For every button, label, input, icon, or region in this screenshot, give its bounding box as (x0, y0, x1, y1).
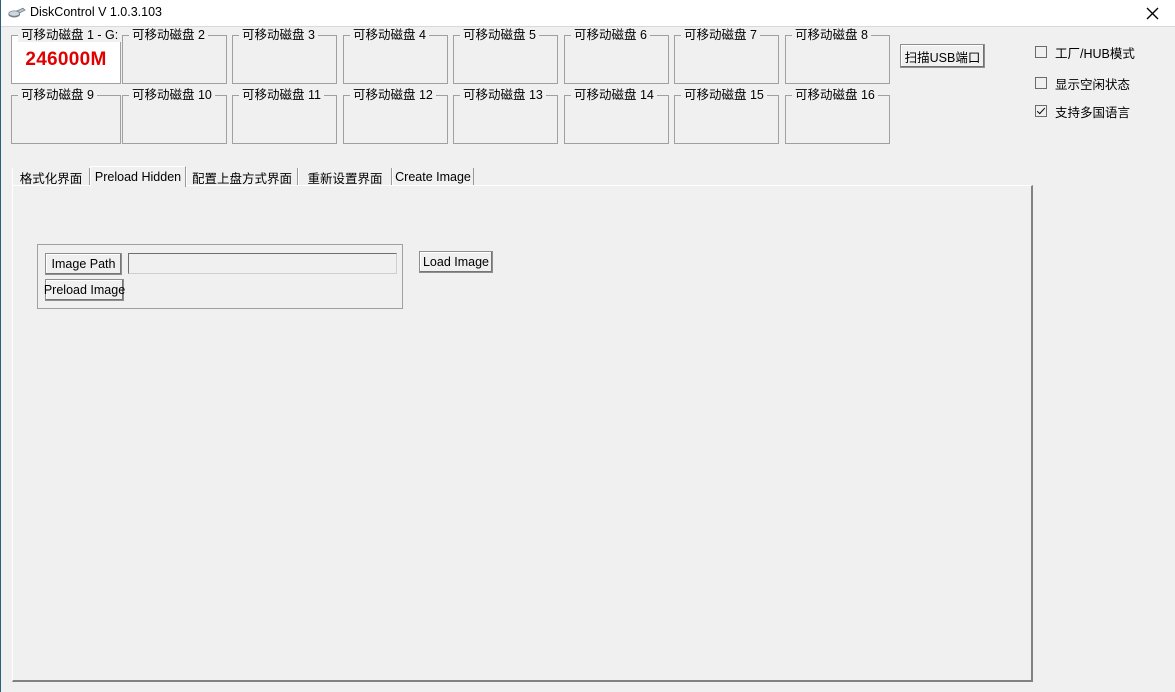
disk-slot-label: 可移动磁盘 6 (571, 28, 650, 42)
disk-slot[interactable]: 246000M 可移动磁盘 1 - G: (11, 28, 122, 84)
disk-slot[interactable]: 可移动磁盘 9 (11, 88, 121, 144)
disk-slot-frame (232, 35, 337, 84)
disk-slot-frame (343, 95, 448, 144)
disk-slot-label: 可移动磁盘 1 - G: (18, 28, 122, 42)
disk-slot[interactable]: 可移动磁盘 8 (785, 28, 890, 84)
disk-slot-frame (453, 95, 558, 144)
usb-drive-icon (8, 6, 26, 20)
checkbox-unchecked-icon[interactable] (1035, 77, 1047, 89)
disk-slot[interactable]: 可移动磁盘 2 (122, 28, 227, 84)
option-label: 显示空闲状态 (1055, 77, 1131, 92)
checkbox-unchecked-icon[interactable] (1035, 46, 1047, 58)
disk-slot-frame (785, 35, 890, 84)
disk-slot[interactable]: 可移动磁盘 3 (232, 28, 337, 84)
option-label: 支持多国语言 (1055, 105, 1131, 120)
disk-slot-frame (785, 95, 890, 144)
disk-slot-frame (122, 35, 227, 84)
disk-slot[interactable]: 可移动磁盘 13 (453, 88, 558, 144)
disk-slot-label: 可移动磁盘 11 (239, 88, 324, 102)
disk-slot-frame (122, 95, 227, 144)
disk-slot[interactable]: 可移动磁盘 6 (564, 28, 669, 84)
disk-slot-label: 可移动磁盘 16 (792, 88, 878, 102)
checkbox-checked-icon[interactable] (1035, 105, 1047, 117)
tab-4[interactable]: 重新设置界面 (298, 168, 392, 186)
disk-slot-frame (674, 95, 779, 144)
disk-slot-label: 可移动磁盘 13 (460, 88, 546, 102)
close-icon (1146, 7, 1159, 20)
tab-3[interactable]: 配置上盘方式界面 (186, 168, 298, 186)
disk-slot-label: 可移动磁盘 3 (239, 28, 318, 42)
disk-slot-frame (343, 35, 448, 84)
image-path-group: Image Path Preload Image (37, 244, 403, 309)
disk-slot[interactable]: 可移动磁盘 15 (674, 88, 779, 144)
image-path-input[interactable] (128, 253, 397, 274)
disk-slot[interactable]: 可移动磁盘 7 (674, 28, 779, 84)
tab-2[interactable]: Preload Hidden (90, 166, 186, 187)
disk-slot-frame (11, 95, 121, 144)
tab-5[interactable]: Create Image (392, 168, 474, 186)
disk-slot[interactable]: 可移动磁盘 11 (232, 88, 337, 144)
disk-slot-label: 可移动磁盘 5 (460, 28, 539, 42)
disk-slot[interactable]: 可移动磁盘 12 (343, 88, 448, 144)
option-checkbox-row[interactable]: 显示空闲状态 (1035, 75, 1131, 92)
title-bar: DiskControl V 1.0.3.103 (1, 0, 1175, 27)
option-label: 工厂/HUB模式 (1055, 46, 1135, 61)
preload-image-button[interactable]: Preload Image (44, 279, 125, 301)
disk-slot-label: 可移动磁盘 15 (681, 88, 767, 102)
window-title: DiskControl V 1.0.3.103 (30, 5, 163, 19)
disk-slot-frame (453, 35, 558, 84)
scan-usb-button[interactable]: 扫描USB端口 (900, 44, 985, 68)
disk-slot[interactable]: 可移动磁盘 14 (564, 88, 669, 144)
option-checkbox-row[interactable]: 支持多国语言 (1035, 103, 1131, 120)
disk-slot[interactable]: 可移动磁盘 5 (453, 28, 558, 84)
close-button[interactable] (1130, 0, 1175, 27)
disk-slot-frame (674, 35, 779, 84)
tab-content-panel: Image Path Preload Image Load Image (12, 185, 1033, 682)
disk-slot[interactable]: 可移动磁盘 4 (343, 28, 448, 84)
load-image-button[interactable]: Load Image (419, 251, 493, 273)
disk-slot-label: 可移动磁盘 7 (681, 28, 760, 42)
disk-slot-label: 可移动磁盘 2 (129, 28, 208, 42)
disk-slot-label: 可移动磁盘 8 (792, 28, 871, 42)
disk-slot-label: 可移动磁盘 10 (129, 88, 215, 102)
disk-slot-frame (232, 95, 337, 144)
disk-slot-label: 可移动磁盘 12 (350, 88, 436, 102)
tab-1[interactable]: 格式化界面 (12, 168, 90, 186)
image-path-button[interactable]: Image Path (45, 253, 122, 275)
option-checkbox-row[interactable]: 工厂/HUB模式 (1035, 44, 1135, 61)
disk-slot[interactable]: 可移动磁盘 16 (785, 88, 890, 144)
disk-slot-label: 可移动磁盘 4 (350, 28, 429, 42)
disk-slot-frame (564, 95, 669, 144)
disk-slot-label: 可移动磁盘 14 (571, 88, 657, 102)
disk-capacity-value: 246000M (12, 36, 120, 83)
disk-slot[interactable]: 可移动磁盘 10 (122, 88, 227, 144)
disk-slot-frame (564, 35, 669, 84)
disk-control-window: DiskControl V 1.0.3.103 246000M 可移动磁盘 1 -… (0, 0, 1175, 692)
disk-slot-label: 可移动磁盘 9 (18, 88, 97, 102)
